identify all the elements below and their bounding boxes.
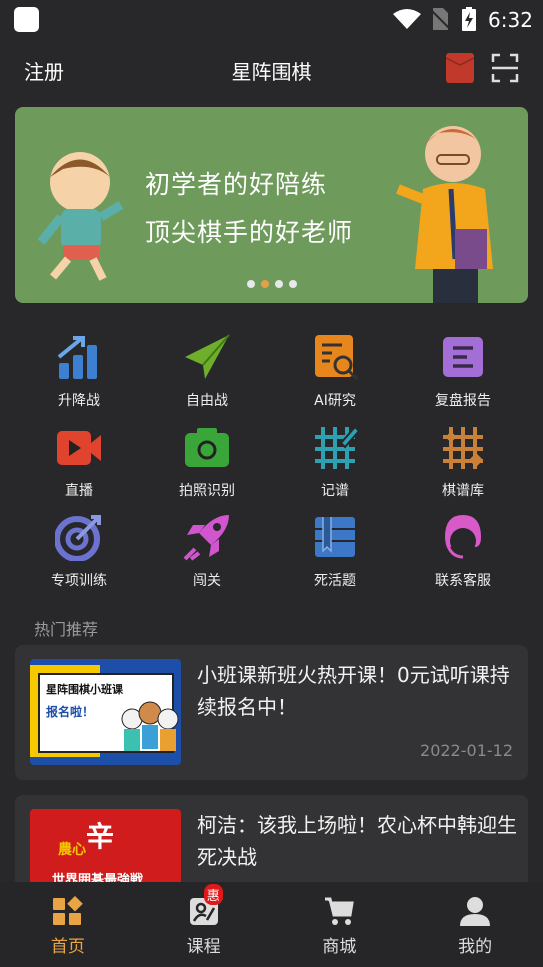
feature-label: 联系客服	[435, 573, 491, 589]
thumb-text: 报名啦！	[46, 705, 95, 719]
feature-rocket[interactable]: 闯关	[143, 513, 271, 590]
battery-charging-icon	[462, 7, 476, 31]
app-notification-icon	[14, 7, 39, 32]
video-camera-icon	[57, 431, 101, 465]
board-grid-icon	[443, 427, 484, 469]
feature-label: 自由战	[186, 393, 228, 409]
feature-paper-plane[interactable]: 自由战	[143, 333, 271, 410]
no-sim-icon	[430, 8, 450, 30]
page-dot-active[interactable]	[261, 280, 269, 288]
banner-pagination	[247, 280, 297, 288]
bottom-nav: 首页 惠 课程 商城 我的	[0, 882, 543, 967]
page-dot[interactable]	[289, 280, 297, 288]
rank-chart-icon	[57, 336, 97, 379]
nav-me[interactable]: 我的	[407, 882, 543, 967]
app-header: 注册 星阵围棋	[0, 38, 543, 100]
child-illustration	[37, 152, 124, 281]
thumb-text: 星阵围棋小班课	[46, 683, 123, 696]
book-icon	[315, 517, 355, 557]
nav-label: 课程	[186, 937, 221, 957]
feature-board-pencil[interactable]: 记谱	[271, 423, 399, 500]
feature-document-search[interactable]: AI研究	[271, 333, 399, 410]
nav-label: 我的	[458, 937, 493, 957]
feature-label: AI研究	[314, 393, 356, 409]
nav-shop[interactable]: 商城	[272, 882, 408, 967]
article-card[interactable]: 星阵围棋小班课 报名啦！ 小班课新班火热开课！0元试听课持续报名中！ 2022-…	[15, 645, 528, 780]
promo-banner[interactable]: 初学者的好陪练 顶尖棋手的好老师	[15, 107, 528, 303]
article-title: 小班课新班火热开课！0元试听课持续报名中！	[197, 663, 510, 719]
report-icon	[443, 337, 483, 377]
article-thumbnail: 星阵围棋小班课 报名啦！	[30, 659, 181, 765]
page-dot[interactable]	[275, 280, 283, 288]
cart-icon	[325, 897, 355, 925]
feature-book[interactable]: 死活题	[271, 513, 399, 590]
customer-service-icon	[445, 515, 481, 559]
article-title: 柯洁：该我上场啦！农心杯中韩迎生死决战	[197, 813, 517, 869]
target-icon	[55, 515, 101, 561]
feature-label: 拍照识别	[179, 483, 235, 499]
rocket-icon	[183, 515, 229, 561]
paper-plane-icon	[185, 334, 230, 379]
feature-label: 闯关	[193, 573, 221, 589]
feature-label: 复盘报告	[435, 393, 491, 409]
feature-label: 棋谱库	[442, 483, 484, 499]
kids-illustration	[121, 701, 179, 751]
feature-camera[interactable]: 拍照识别	[143, 423, 271, 500]
feature-report[interactable]: 复盘报告	[399, 333, 527, 410]
feature-video-camera[interactable]: 直播	[15, 423, 143, 500]
feature-rank-chart[interactable]: 升降战	[15, 333, 143, 410]
section-title: 热门推荐	[34, 620, 99, 639]
camera-icon	[185, 428, 229, 467]
nav-label: 商城	[322, 937, 357, 957]
feature-target[interactable]: 专项训练	[15, 513, 143, 590]
board-pencil-icon	[315, 425, 359, 469]
wifi-icon	[393, 9, 421, 29]
banner-line-2: 顶尖棋手的好老师	[145, 218, 354, 247]
promo-badge: 惠	[203, 884, 223, 905]
nav-course[interactable]: 惠 课程	[136, 882, 272, 967]
feature-label: 记谱	[321, 483, 349, 499]
status-bar: 6:32	[0, 0, 543, 38]
feature-label: 升降战	[58, 393, 100, 409]
nav-label: 首页	[50, 937, 85, 957]
thumb-text: 農心	[58, 842, 86, 858]
feature-label: 死活题	[314, 573, 356, 589]
thumb-text: 辛	[86, 820, 115, 853]
document-search-icon	[315, 335, 359, 381]
feature-label: 专项训练	[51, 573, 107, 589]
user-icon	[460, 897, 491, 926]
home-grid-icon	[52, 895, 83, 925]
clock: 6:32	[488, 8, 533, 32]
banner-line-1: 初学者的好陪练	[145, 170, 328, 199]
nav-home[interactable]: 首页	[0, 882, 136, 967]
feature-board-grid[interactable]: 棋谱库	[399, 423, 527, 500]
feature-customer-service[interactable]: 联系客服	[399, 513, 527, 590]
feature-label: 直播	[65, 483, 93, 499]
page-dot[interactable]	[247, 280, 255, 288]
teacher-illustration	[396, 126, 493, 303]
scan-icon[interactable]	[491, 53, 519, 83]
red-envelope-icon[interactable]	[446, 53, 474, 83]
article-date: 2022-01-12	[420, 741, 513, 760]
